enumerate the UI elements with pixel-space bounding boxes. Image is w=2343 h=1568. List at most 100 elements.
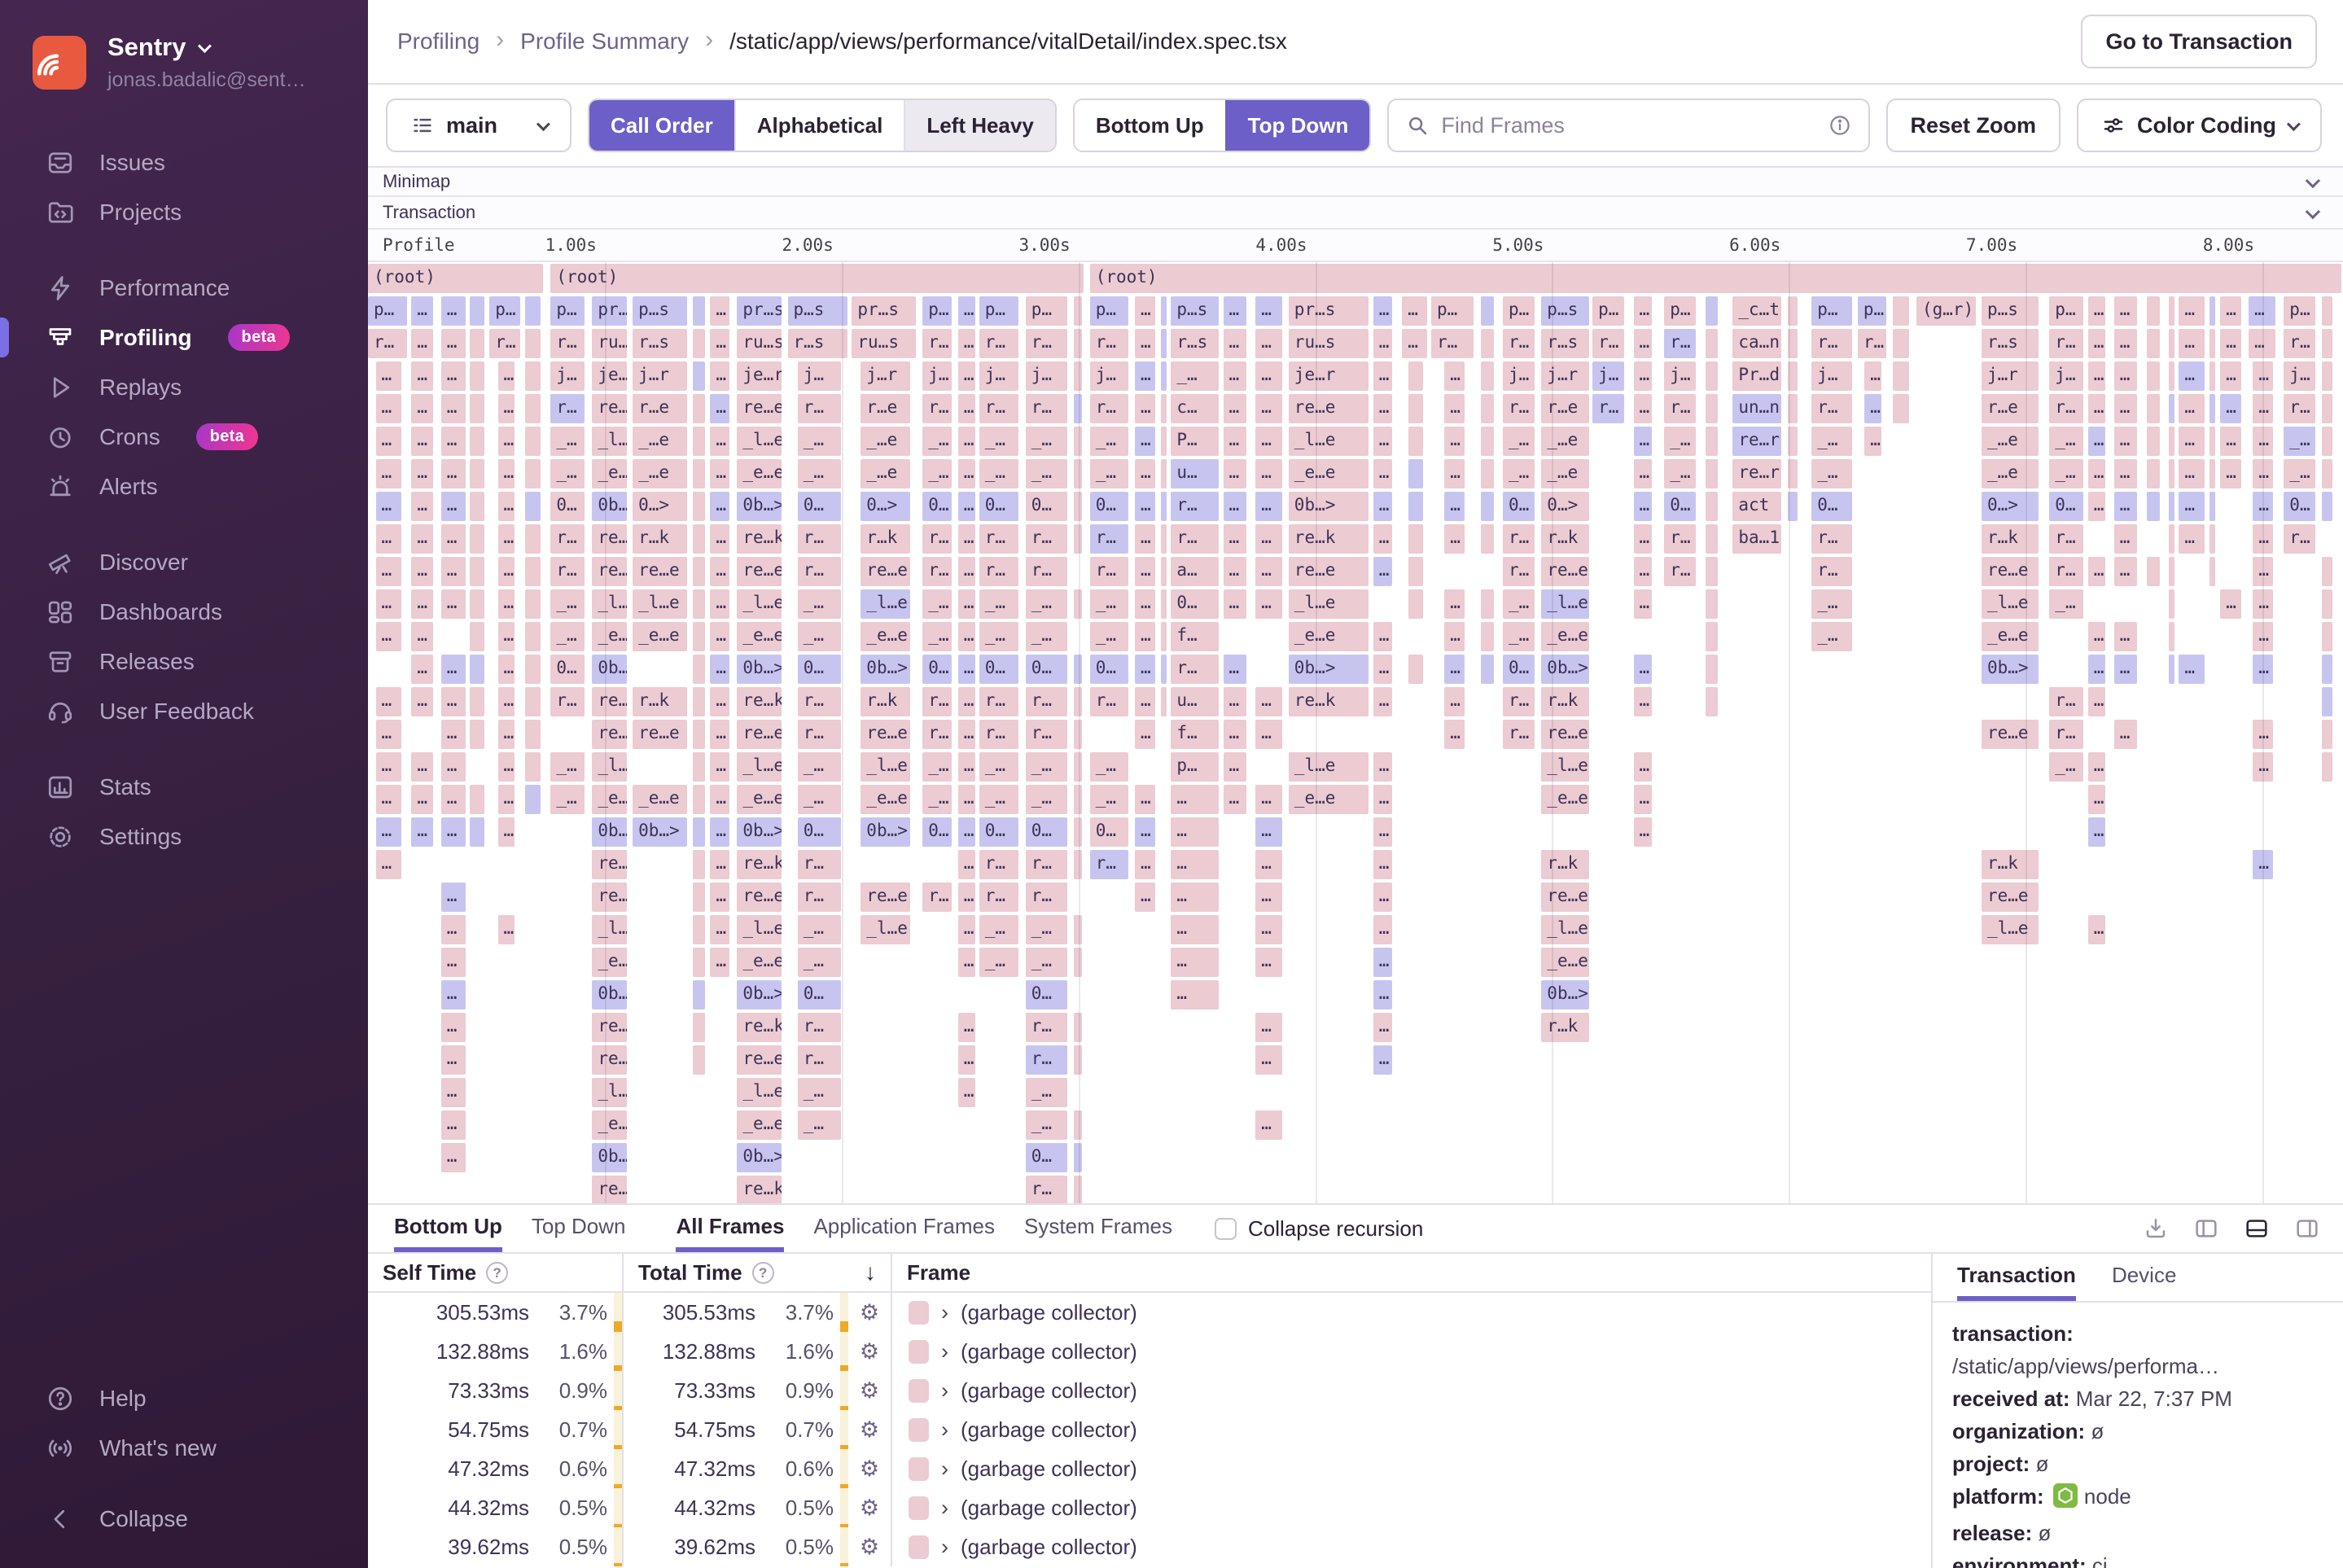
- flame-frame[interactable]: …: [1255, 361, 1282, 391]
- flame-frame[interactable]: …: [1373, 817, 1393, 847]
- flame-frame[interactable]: …: [375, 524, 402, 554]
- flame-frame[interactable]: [1408, 459, 1423, 488]
- flame-frame[interactable]: [1074, 492, 1082, 521]
- flame-frame[interactable]: r…s: [1171, 329, 1219, 358]
- flame-frame[interactable]: [469, 557, 484, 586]
- flame-frame[interactable]: …: [710, 296, 729, 326]
- flame-frame[interactable]: …: [497, 459, 515, 488]
- flame-frame[interactable]: [1788, 492, 1798, 521]
- sidebar-item-releases[interactable]: Releases: [0, 637, 368, 686]
- flame-frame[interactable]: …: [1135, 394, 1156, 423]
- flame-frame[interactable]: j…r: [1982, 361, 2039, 391]
- flame-frame[interactable]: [1893, 394, 1910, 423]
- flame-frame[interactable]: [524, 785, 541, 814]
- flame-frame[interactable]: [1074, 361, 1082, 391]
- flame-frame[interactable]: un…n: [1732, 394, 1782, 423]
- flame-frame[interactable]: …: [2253, 427, 2273, 456]
- flame-frame[interactable]: [524, 459, 541, 488]
- flame-frame[interactable]: _e…e: [1288, 785, 1369, 814]
- flame-frame[interactable]: r…: [1811, 394, 1852, 423]
- flame-frame[interactable]: …: [710, 785, 729, 814]
- flame-frame[interactable]: [1161, 557, 1167, 586]
- flame-frame[interactable]: …: [1373, 752, 1393, 782]
- flame-frame[interactable]: _…: [1025, 752, 1068, 782]
- sidebar-item-whats-new[interactable]: What's new: [0, 1423, 368, 1473]
- flame-frame[interactable]: …: [1135, 329, 1156, 358]
- flame-frame[interactable]: _e…e: [633, 785, 688, 814]
- flame-frame[interactable]: r…: [1025, 1045, 1068, 1075]
- flame-frame[interactable]: [1481, 394, 1494, 423]
- flame-frame[interactable]: …: [1135, 622, 1156, 651]
- flame-frame[interactable]: _…: [1811, 427, 1852, 456]
- flame-frame[interactable]: …: [2113, 329, 2137, 358]
- flame-frame[interactable]: p…: [1171, 752, 1219, 782]
- flame-frame[interactable]: …: [2220, 459, 2242, 488]
- flame-frame[interactable]: r…: [550, 329, 585, 358]
- flame-frame[interactable]: [1481, 427, 1494, 456]
- flame-frame[interactable]: …: [957, 1013, 976, 1042]
- flame-frame[interactable]: r…: [979, 557, 1019, 586]
- flame-frame[interactable]: j…: [979, 361, 1019, 391]
- flame-frame[interactable]: …: [1255, 785, 1282, 814]
- flame-frame[interactable]: j…: [1025, 361, 1068, 391]
- flame-frame[interactable]: re…e: [1288, 394, 1369, 423]
- sort-call-order[interactable]: Call Order: [589, 100, 734, 151]
- flame-frame[interactable]: …: [2113, 459, 2137, 488]
- flame-frame[interactable]: r…k: [1541, 524, 1590, 554]
- flame-frame[interactable]: …: [497, 752, 515, 782]
- flame-frame[interactable]: r…: [1503, 524, 1535, 554]
- flame-frame[interactable]: …: [2087, 459, 2106, 488]
- flame-frame[interactable]: …: [1255, 720, 1282, 749]
- flame-frame[interactable]: …: [1255, 1045, 1282, 1075]
- flame-frame[interactable]: …: [957, 492, 976, 521]
- flame-frame[interactable]: [1074, 524, 1082, 554]
- flame-frame[interactable]: r…: [922, 557, 953, 586]
- flame-frame[interactable]: _l…e: [1982, 915, 2039, 944]
- flame-frame[interactable]: [693, 980, 705, 1010]
- flame-frame[interactable]: 0…: [797, 817, 841, 847]
- flame-frame[interactable]: _e…e: [737, 622, 782, 651]
- flame-frame[interactable]: _…: [1089, 427, 1129, 456]
- flame-frame[interactable]: [1788, 394, 1798, 423]
- flame-frame[interactable]: [693, 329, 705, 358]
- flame-frame[interactable]: j…: [922, 361, 953, 391]
- flame-frame[interactable]: …: [1171, 980, 1219, 1010]
- flame-frame[interactable]: _…e: [1541, 459, 1590, 488]
- flame-frame[interactable]: _…: [1664, 427, 1697, 456]
- flame-frame[interactable]: …: [1223, 557, 1247, 586]
- flame-frame[interactable]: _e…e: [737, 1110, 782, 1140]
- flame-frame[interactable]: …: [2220, 394, 2242, 423]
- flame-frame[interactable]: …: [375, 361, 402, 391]
- frame-header[interactable]: Frame: [892, 1254, 1931, 1291]
- flame-frame[interactable]: act: [1732, 492, 1782, 521]
- flame-frame[interactable]: …: [375, 394, 402, 423]
- flame-frame[interactable]: re…e: [592, 557, 628, 586]
- flame-frame[interactable]: 0…: [2049, 492, 2084, 521]
- flame-frame[interactable]: r…: [1089, 329, 1129, 358]
- total-time-header[interactable]: Total Time ? ↓: [624, 1254, 892, 1291]
- flame-frame[interactable]: 0…: [797, 492, 841, 521]
- flame-frame[interactable]: [1074, 785, 1082, 814]
- flame-frame[interactable]: …: [375, 850, 402, 879]
- flame-frame[interactable]: …: [1633, 524, 1653, 554]
- flame-frame[interactable]: [1481, 361, 1494, 391]
- flame-frame[interactable]: p…: [1592, 296, 1625, 326]
- flame-frame[interactable]: [1706, 622, 1718, 651]
- flame-frame[interactable]: _…: [550, 622, 585, 651]
- flame-frame[interactable]: …: [497, 524, 515, 554]
- flame-frame[interactable]: r…: [1431, 329, 1474, 358]
- gear-icon[interactable]: ⚙: [848, 1300, 891, 1325]
- flame-frame[interactable]: …: [2087, 687, 2106, 716]
- flame-frame[interactable]: (g…r): [1916, 296, 1977, 326]
- flame-frame[interactable]: [1074, 394, 1082, 423]
- flame-frame[interactable]: r…: [797, 883, 841, 912]
- flame-frame[interactable]: …: [1135, 459, 1156, 488]
- flame-frame[interactable]: …: [710, 948, 729, 977]
- flame-frame[interactable]: _…: [1025, 915, 1068, 944]
- sidebar-item-user-feedback[interactable]: User Feedback: [0, 686, 368, 736]
- flame-frame[interactable]: …: [2113, 427, 2137, 456]
- flame-frame[interactable]: _l…e: [1288, 427, 1369, 456]
- tab-all-frames[interactable]: All Frames: [676, 1205, 785, 1252]
- search-input[interactable]: [1441, 112, 1816, 138]
- flame-frame[interactable]: …: [411, 329, 434, 358]
